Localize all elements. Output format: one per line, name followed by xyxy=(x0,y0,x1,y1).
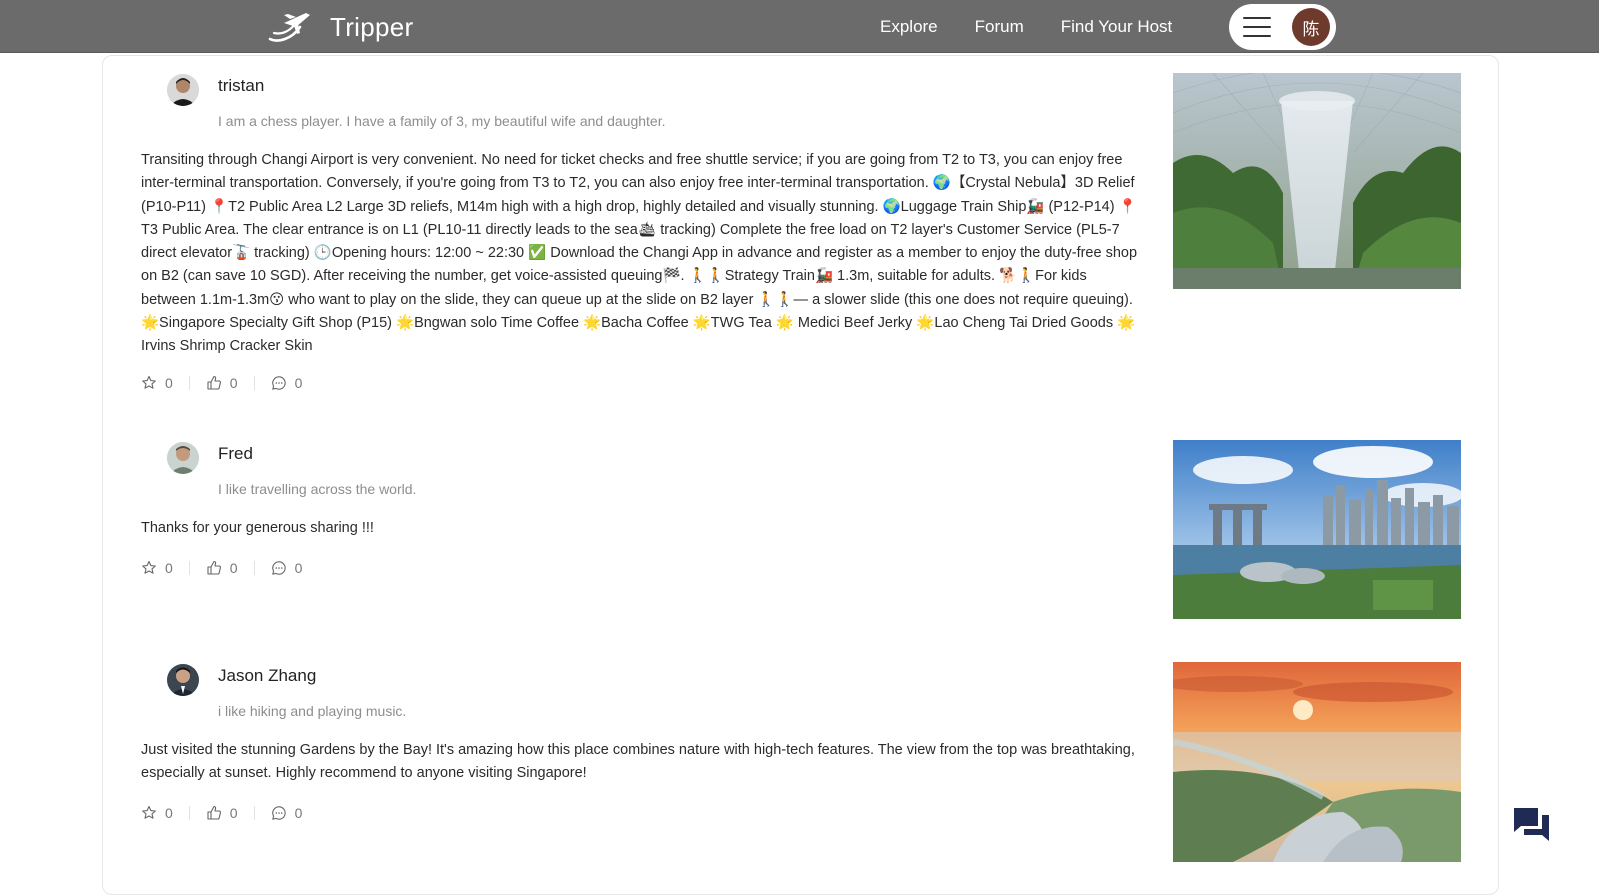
post-author-bio: i like hiking and playing music. xyxy=(218,703,407,719)
favorite-count: 0 xyxy=(165,375,173,391)
nav-find-your-host[interactable]: Find Your Host xyxy=(1061,17,1173,37)
nav-explore[interactable]: Explore xyxy=(880,17,938,37)
favorite-button[interactable]: 0 xyxy=(141,805,173,821)
hamburger-icon xyxy=(1243,17,1271,37)
post-author-bio: I am a chess player. I have a family of … xyxy=(218,113,666,129)
thumbs-up-icon xyxy=(207,560,221,575)
favorite-count: 0 xyxy=(165,560,173,576)
thumbs-up-icon xyxy=(207,805,221,820)
post-image[interactable] xyxy=(1173,662,1461,862)
comment-bubble-icon xyxy=(271,561,286,575)
comment-bubble-icon xyxy=(271,376,286,390)
singapore-skyline-photo xyxy=(1173,440,1461,619)
main-nav: Explore Forum Find Your Host xyxy=(880,0,1209,53)
divider xyxy=(188,806,190,820)
comment-count: 0 xyxy=(294,375,303,391)
comment-count: 0 xyxy=(294,805,303,821)
post-body: Just visited the stunning Gardens by the… xyxy=(141,742,1135,782)
avatar[interactable] xyxy=(167,664,199,696)
post-actions: 0 0 0 xyxy=(141,803,302,823)
author-photo xyxy=(167,442,199,474)
post-author[interactable]: tristan xyxy=(218,76,264,96)
post-feed: tristan I am a chess player. I have a fa… xyxy=(102,55,1499,895)
chat-icon xyxy=(1514,808,1549,841)
post-author-bio: I like travelling across the world. xyxy=(218,481,417,497)
plane-swoosh-icon xyxy=(268,13,310,42)
like-button[interactable]: 0 xyxy=(206,375,238,391)
divider xyxy=(188,376,190,390)
post-body: Transiting through Changi Airport is ver… xyxy=(141,152,1138,355)
avatar[interactable] xyxy=(167,442,199,474)
author-photo xyxy=(167,74,199,106)
nav-forum[interactable]: Forum xyxy=(975,17,1024,37)
brand-logo[interactable]: Tripper xyxy=(266,9,414,45)
favorite-button[interactable]: 0 xyxy=(141,560,173,576)
divider xyxy=(253,806,255,820)
divider xyxy=(253,561,255,575)
favorite-button[interactable]: 0 xyxy=(141,375,173,391)
user-menu-button[interactable]: 陈 xyxy=(1229,4,1336,50)
divider xyxy=(253,376,255,390)
post-author[interactable]: Jason Zhang xyxy=(218,666,316,686)
author-photo xyxy=(167,664,199,696)
post-actions: 0 0 0 xyxy=(141,373,302,393)
comment-button[interactable]: 0 xyxy=(271,375,303,391)
post-image[interactable] xyxy=(1173,440,1461,619)
post-actions: 0 0 0 xyxy=(141,558,302,578)
like-button[interactable]: 0 xyxy=(206,560,238,576)
like-count: 0 xyxy=(229,805,238,821)
favorite-count: 0 xyxy=(165,805,173,821)
comment-button[interactable]: 0 xyxy=(271,560,303,576)
top-nav-bar: Tripper Explore Forum Find Your Host 陈 xyxy=(0,0,1599,53)
jewel-waterfall-photo xyxy=(1173,73,1461,289)
thumbs-up-icon xyxy=(207,375,221,390)
post-body: Thanks for your generous sharing !!! xyxy=(141,520,374,536)
star-icon xyxy=(142,805,156,819)
brand-name: Tripper xyxy=(330,11,414,42)
comment-button[interactable]: 0 xyxy=(271,805,303,821)
post-image[interactable] xyxy=(1173,73,1461,289)
like-count: 0 xyxy=(229,560,238,576)
post-author[interactable]: Fred xyxy=(218,444,253,464)
comment-bubble-icon xyxy=(271,806,286,820)
divider xyxy=(188,561,190,575)
like-count: 0 xyxy=(229,375,238,391)
star-icon xyxy=(142,375,156,389)
avatar[interactable] xyxy=(167,74,199,106)
star-icon xyxy=(142,560,156,574)
gardens-by-the-bay-sunset-photo xyxy=(1173,662,1461,862)
comment-count: 0 xyxy=(294,560,303,576)
user-avatar: 陈 xyxy=(1292,8,1330,46)
like-button[interactable]: 0 xyxy=(206,805,238,821)
chat-button[interactable] xyxy=(1512,805,1552,845)
